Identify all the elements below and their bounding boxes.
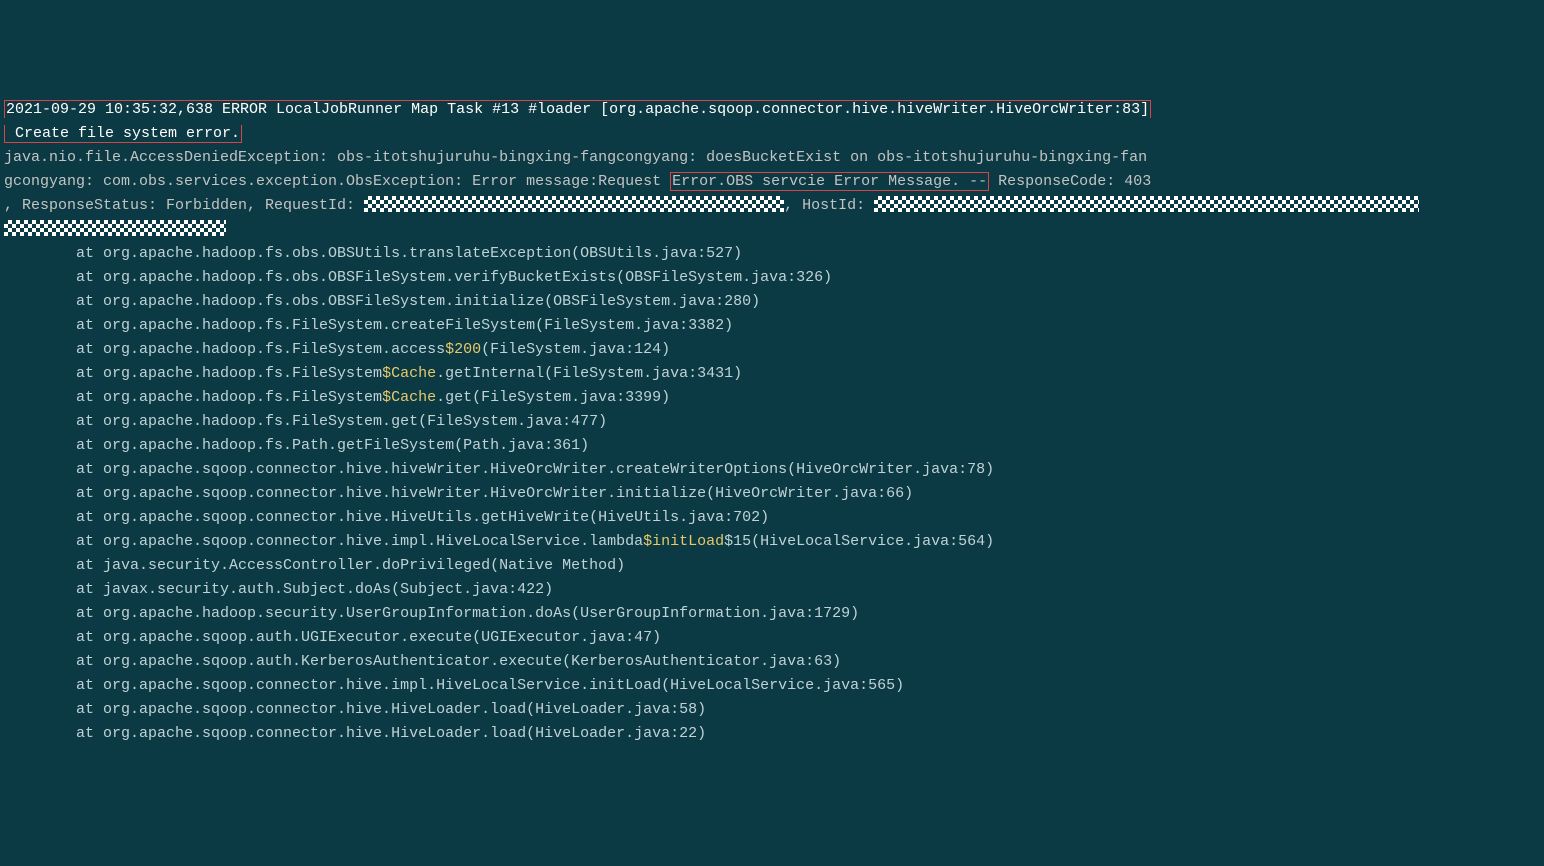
stack-frame: at org.apache.sqoop.connector.hive.HiveL… — [4, 722, 1540, 746]
error-header-line1: 2021-09-29 10:35:32,638 ERROR LocalJobRu… — [4, 100, 1151, 118]
stack-frame: at org.apache.hadoop.fs.obs.OBSFileSyste… — [4, 266, 1540, 290]
stack-frame: at org.apache.hadoop.fs.obs.OBSUtils.tra… — [4, 242, 1540, 266]
stack-frame: at org.apache.hadoop.security.UserGroupI… — [4, 602, 1540, 626]
exception-line-1: java.nio.file.AccessDeniedException: obs… — [4, 149, 1147, 166]
stack-frame: at org.apache.hadoop.fs.obs.OBSFileSyste… — [4, 290, 1540, 314]
error-header-line2: Create file system error. — [4, 125, 242, 143]
redacted-hostid-1 — [874, 196, 1419, 212]
stack-frame: at org.apache.hadoop.fs.FileSystem$Cache… — [4, 362, 1540, 386]
stack-frame: at org.apache.sqoop.auth.KerberosAuthent… — [4, 650, 1540, 674]
stack-frame: at org.apache.sqoop.connector.hive.impl.… — [4, 530, 1540, 554]
stack-frame: at org.apache.sqoop.connector.hive.HiveU… — [4, 506, 1540, 530]
stack-frame: at org.apache.hadoop.fs.FileSystem.get(F… — [4, 410, 1540, 434]
stack-frame: at java.security.AccessController.doPriv… — [4, 554, 1540, 578]
stack-frame: at org.apache.hadoop.fs.FileSystem.acces… — [4, 338, 1540, 362]
stack-frame: at org.apache.hadoop.fs.FileSystem$Cache… — [4, 386, 1540, 410]
stack-frame: at org.apache.sqoop.connector.hive.hiveW… — [4, 458, 1540, 482]
exception-line-2a: gcongyang: com.obs.services.exception.Ob… — [4, 173, 670, 190]
stack-frame: at org.apache.hadoop.fs.Path.getFileSyst… — [4, 434, 1540, 458]
redacted-requestid — [364, 196, 784, 212]
exception-line-3a: , ResponseStatus: Forbidden, RequestId: — [4, 197, 364, 214]
stack-trace: at org.apache.hadoop.fs.obs.OBSUtils.tra… — [4, 242, 1540, 746]
exception-line-2c: ResponseCode: 403 — [989, 173, 1151, 190]
stack-frame: at javax.security.auth.Subject.doAs(Subj… — [4, 578, 1540, 602]
stack-frame: at org.apache.sqoop.connector.hive.hiveW… — [4, 482, 1540, 506]
log-output[interactable]: 2021-09-29 10:35:32,638 ERROR LocalJobRu… — [4, 98, 1540, 746]
stack-frame: at org.apache.sqoop.auth.UGIExecutor.exe… — [4, 626, 1540, 650]
stack-frame: at org.apache.sqoop.connector.hive.impl.… — [4, 674, 1540, 698]
stack-frame: at org.apache.sqoop.connector.hive.HiveL… — [4, 698, 1540, 722]
exception-line-3b: , HostId: — [784, 197, 874, 214]
redacted-hostid-2 — [4, 220, 226, 236]
stack-frame: at org.apache.hadoop.fs.FileSystem.creat… — [4, 314, 1540, 338]
obs-error-box: Error.OBS servcie Error Message. -- — [670, 172, 989, 191]
